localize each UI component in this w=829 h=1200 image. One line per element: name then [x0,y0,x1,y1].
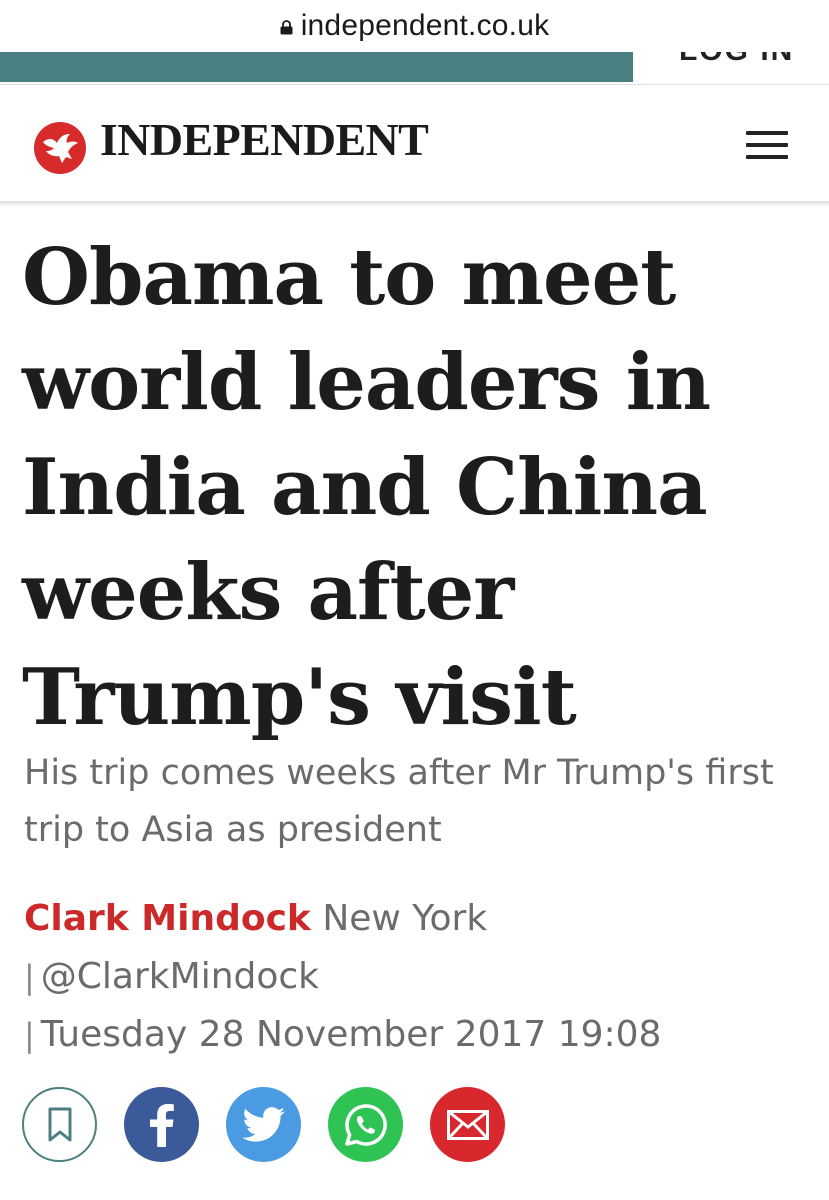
publish-date: Tuesday 28 November 2017 19:08 [40,1014,662,1055]
byline: Clark Mindock New York | @ClarkMindock | T… [24,890,814,1064]
header-shadow [0,201,829,207]
email-icon [446,1109,489,1140]
login-button[interactable]: LOG IN [633,52,829,84]
facebook-icon [149,1103,174,1147]
twitter-handle-link[interactable]: @ClarkMindock [41,956,319,997]
address-bar[interactable]: independent.co.uk [0,0,829,52]
teal-banner [0,52,633,82]
url-text: independent.co.uk [300,9,550,42]
twitter-share-button[interactable] [226,1087,301,1162]
author-link[interactable]: Clark Mindock [24,898,311,939]
bookmark-button[interactable] [22,1087,97,1162]
article-standfirst: His trip comes weeks after Mr Trump's fi… [24,753,774,850]
byline-separator: | [24,1016,35,1054]
byline-line-1: Clark Mindock New York [24,890,814,948]
brand-wordmark[interactable]: INDEPENDENT [100,117,429,163]
twitter-icon [242,1106,285,1142]
whatsapp-share-button[interactable] [328,1087,403,1162]
login-label: LOG IN [679,52,794,68]
byline-line-3: | Tuesday 28 November 2017 19:08 [24,1006,814,1064]
author-location: New York [322,898,488,939]
share-bar [22,1087,505,1163]
facebook-share-button[interactable] [124,1087,199,1162]
bookmark-icon [48,1107,71,1141]
lock-icon [280,20,293,35]
hamburger-menu-icon[interactable] [746,131,788,161]
byline-separator: | [24,958,35,996]
top-strip: LOG IN [0,52,829,84]
whatsapp-icon [344,1103,387,1146]
site-header: INDEPENDENT [0,85,829,201]
article-headline: Obama to meet world leaders in India and… [22,232,711,743]
byline-line-2: | @ClarkMindock [24,948,814,1006]
eagle-logo-icon[interactable] [34,122,86,174]
email-share-button[interactable] [430,1087,505,1162]
